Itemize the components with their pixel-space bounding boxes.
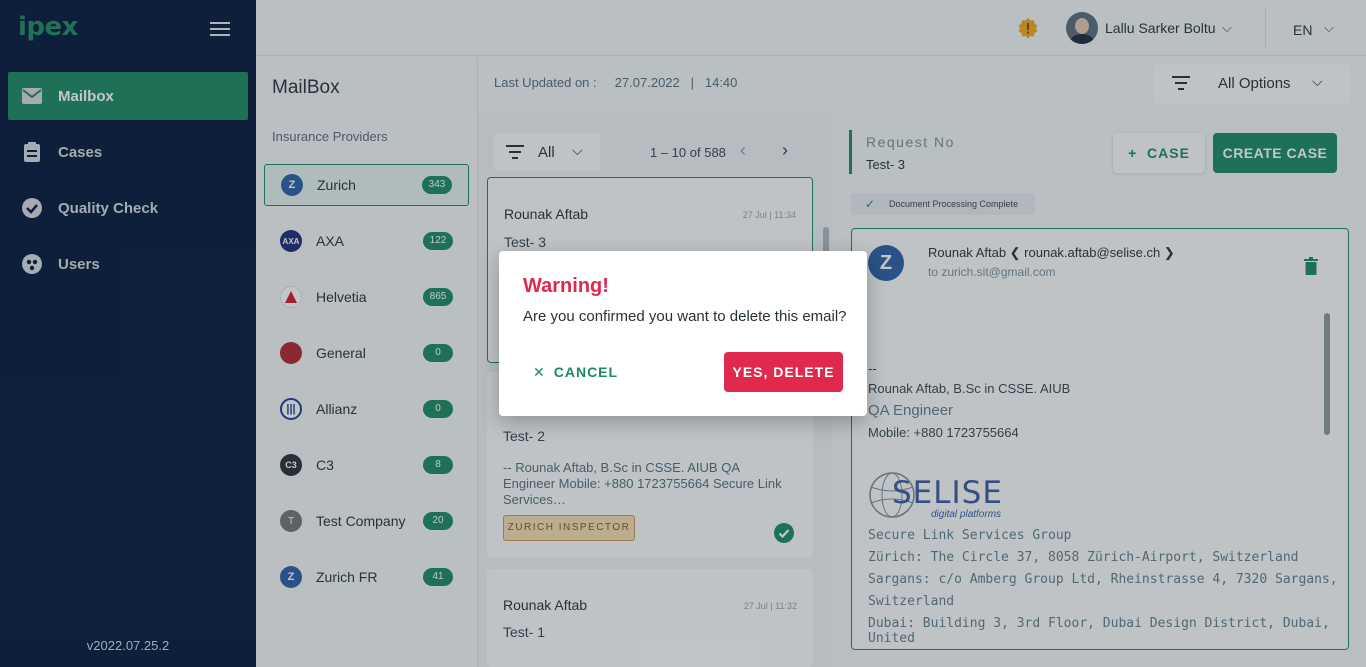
- dialog-message: Are you confirmed you want to delete thi…: [523, 308, 847, 325]
- close-icon: ✕: [533, 364, 546, 380]
- confirm-delete-button[interactable]: YES, DELETE: [724, 352, 843, 392]
- delete-confirm-dialog: Warning! Are you confirmed you want to d…: [499, 251, 867, 416]
- cancel-label: CANCEL: [553, 364, 619, 380]
- cancel-button[interactable]: ✕ CANCEL: [523, 352, 617, 392]
- dialog-title: Warning!: [523, 275, 609, 297]
